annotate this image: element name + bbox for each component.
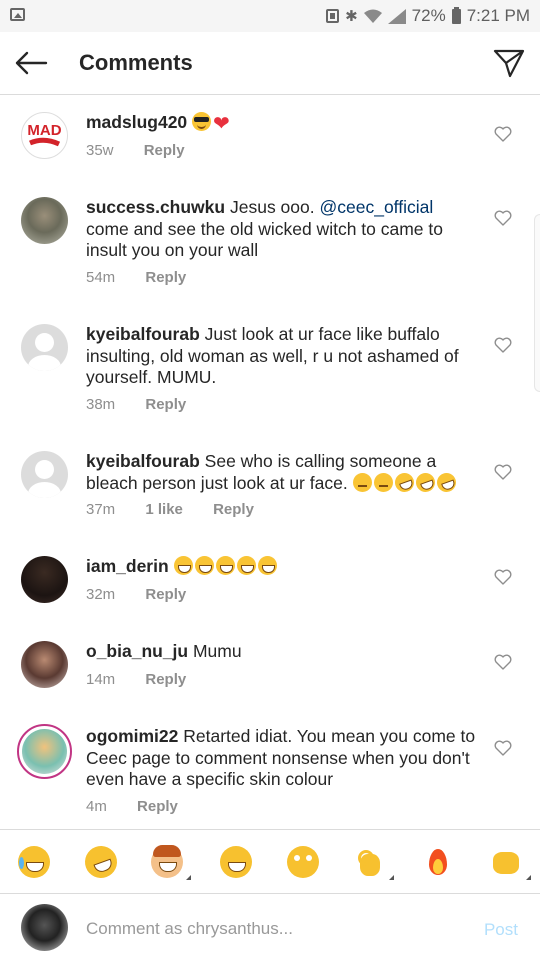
rolling-laughing-emoji — [412, 469, 438, 495]
unamused-face-emoji — [352, 472, 372, 492]
comment-meta: 54m Reply — [86, 269, 212, 286]
comments-list: MAD madslug420 ❤ 35w Reply success.chuwk… — [0, 96, 540, 828]
heart-icon[interactable] — [494, 464, 512, 480]
grinning-face-emoji — [215, 556, 235, 575]
comment-text: ogomimi22 Retarted idiat. You mean you c… — [86, 726, 476, 791]
eye-roll-emoji-button[interactable] — [287, 846, 319, 878]
unamused-face-emoji — [373, 472, 393, 492]
heart-icon[interactable] — [494, 337, 512, 353]
battery-percent: 72% — [411, 6, 446, 25]
comment-time: 4m — [86, 798, 107, 815]
comment-text: o_bia_nu_ju Mumu — [86, 641, 476, 663]
wifi-icon — [363, 9, 382, 24]
comment-username[interactable]: success.chuwku — [86, 197, 225, 217]
comment-meta: 38m Reply — [86, 396, 212, 413]
heart-icon[interactable] — [494, 210, 512, 226]
avatar[interactable] — [21, 451, 68, 498]
gallery-notification-icon — [10, 8, 25, 21]
rolling-laughing-emoji — [391, 469, 417, 495]
avatar[interactable] — [21, 324, 68, 371]
grinning-face-emoji — [194, 556, 214, 575]
avatar[interactable] — [21, 197, 68, 244]
bluetooth-icon: ✱ — [345, 8, 358, 25]
comment-time: 54m — [86, 269, 116, 286]
comment-text: iam_derin — [86, 556, 476, 578]
fist-emoji-button[interactable] — [490, 846, 522, 878]
comment-username[interactable]: madslug420 — [86, 112, 187, 132]
skin-tone-indicator-icon — [186, 875, 191, 880]
comment-username[interactable]: kyeibalfourab — [86, 324, 200, 344]
rolling-laughing-emoji — [433, 469, 459, 495]
reply-button[interactable]: Reply — [137, 798, 178, 815]
paper-plane-icon[interactable] — [493, 48, 525, 78]
grinning-face-emoji — [257, 556, 277, 575]
comment-username[interactable]: o_bia_nu_ju — [86, 641, 188, 661]
heart-icon[interactable] — [494, 654, 512, 670]
avatar[interactable] — [21, 556, 68, 603]
comment-username[interactable]: iam_derin — [86, 556, 169, 576]
skin-tone-indicator-icon — [526, 875, 531, 880]
reply-button[interactable]: Reply — [145, 269, 186, 286]
reply-button[interactable]: Reply — [144, 142, 185, 159]
grinning-face-emoji-button[interactable] — [220, 846, 252, 878]
boy-face-emoji-button[interactable] — [151, 845, 183, 878]
clock: 7:21 PM — [466, 6, 530, 25]
grinning-face-emoji — [236, 556, 256, 575]
crying-laughing-emoji-button[interactable] — [18, 846, 50, 878]
comment-body-continued: come and see the old wicked witch to cam… — [86, 218, 443, 261]
comment-body: Jesus ooo. — [229, 197, 320, 217]
ok-hand-emoji-button[interactable] — [354, 846, 386, 878]
comment-meta: 37m 1 like Reply — [86, 501, 280, 518]
comment-text: madslug420 ❤ — [86, 112, 476, 136]
status-bar: ✱ 72% 7:21 PM — [0, 0, 540, 32]
smiling-sunglasses-emoji — [192, 112, 212, 131]
comment-username[interactable]: kyeibalfourab — [86, 451, 200, 471]
signal-icon — [387, 8, 406, 24]
fire-emoji-button[interactable] — [422, 846, 454, 878]
grinning-face-emoji — [173, 556, 193, 575]
mention-link[interactable]: @ceec_official — [319, 197, 433, 217]
comment-meta: 4m Reply — [86, 798, 204, 815]
comment-time: 37m — [86, 501, 116, 518]
rolling-laughing-emoji-button[interactable] — [80, 841, 122, 883]
reply-button[interactable]: Reply — [145, 586, 186, 603]
nfc-icon — [326, 9, 340, 23]
comment-time: 35w — [86, 142, 114, 159]
current-user-avatar — [21, 904, 68, 951]
post-button[interactable]: Post — [484, 920, 518, 940]
arrow-left-icon[interactable] — [14, 50, 48, 76]
comment-meta: 35w Reply — [86, 142, 211, 159]
avatar[interactable]: MAD — [21, 112, 68, 159]
comment-input[interactable] — [86, 916, 446, 942]
comment-text: success.chuwku Jesus ooo. @ceec_official… — [86, 197, 476, 262]
comment-body: Mumu — [192, 641, 242, 661]
status-icons: ✱ 72% 7:21 PM — [326, 5, 530, 27]
comment-text: kyeibalfourab See who is calling someone… — [86, 451, 476, 495]
comment-time: 38m — [86, 396, 116, 413]
comment-meta: 14m Reply — [86, 671, 212, 688]
skin-tone-indicator-icon — [389, 875, 394, 880]
avatar-with-story-ring[interactable] — [17, 724, 72, 779]
avatar[interactable] — [21, 641, 68, 688]
avatar-image — [22, 729, 67, 774]
comment-time: 14m — [86, 671, 116, 688]
quick-reactions-bar — [0, 829, 540, 893]
heart-icon[interactable] — [494, 740, 512, 756]
heart-icon[interactable] — [494, 126, 512, 142]
reply-button[interactable]: Reply — [145, 671, 186, 688]
heart-icon[interactable] — [494, 569, 512, 585]
red-heart-emoji: ❤ — [213, 113, 230, 135]
likes-count[interactable]: 1 like — [145, 501, 183, 518]
comment-composer: Post — [0, 893, 540, 960]
header: Comments — [0, 32, 540, 95]
comment-meta: 32m Reply — [86, 586, 212, 603]
reply-button[interactable]: Reply — [145, 396, 186, 413]
comment-username[interactable]: ogomimi22 — [86, 726, 178, 746]
avatar-logo-text: MAD — [27, 122, 61, 139]
reply-button[interactable]: Reply — [213, 501, 254, 518]
battery-icon — [451, 6, 461, 24]
comment-time: 32m — [86, 586, 116, 603]
page-title: Comments — [79, 50, 193, 75]
comment-text: kyeibalfourab Just look at ur face like … — [86, 324, 476, 389]
